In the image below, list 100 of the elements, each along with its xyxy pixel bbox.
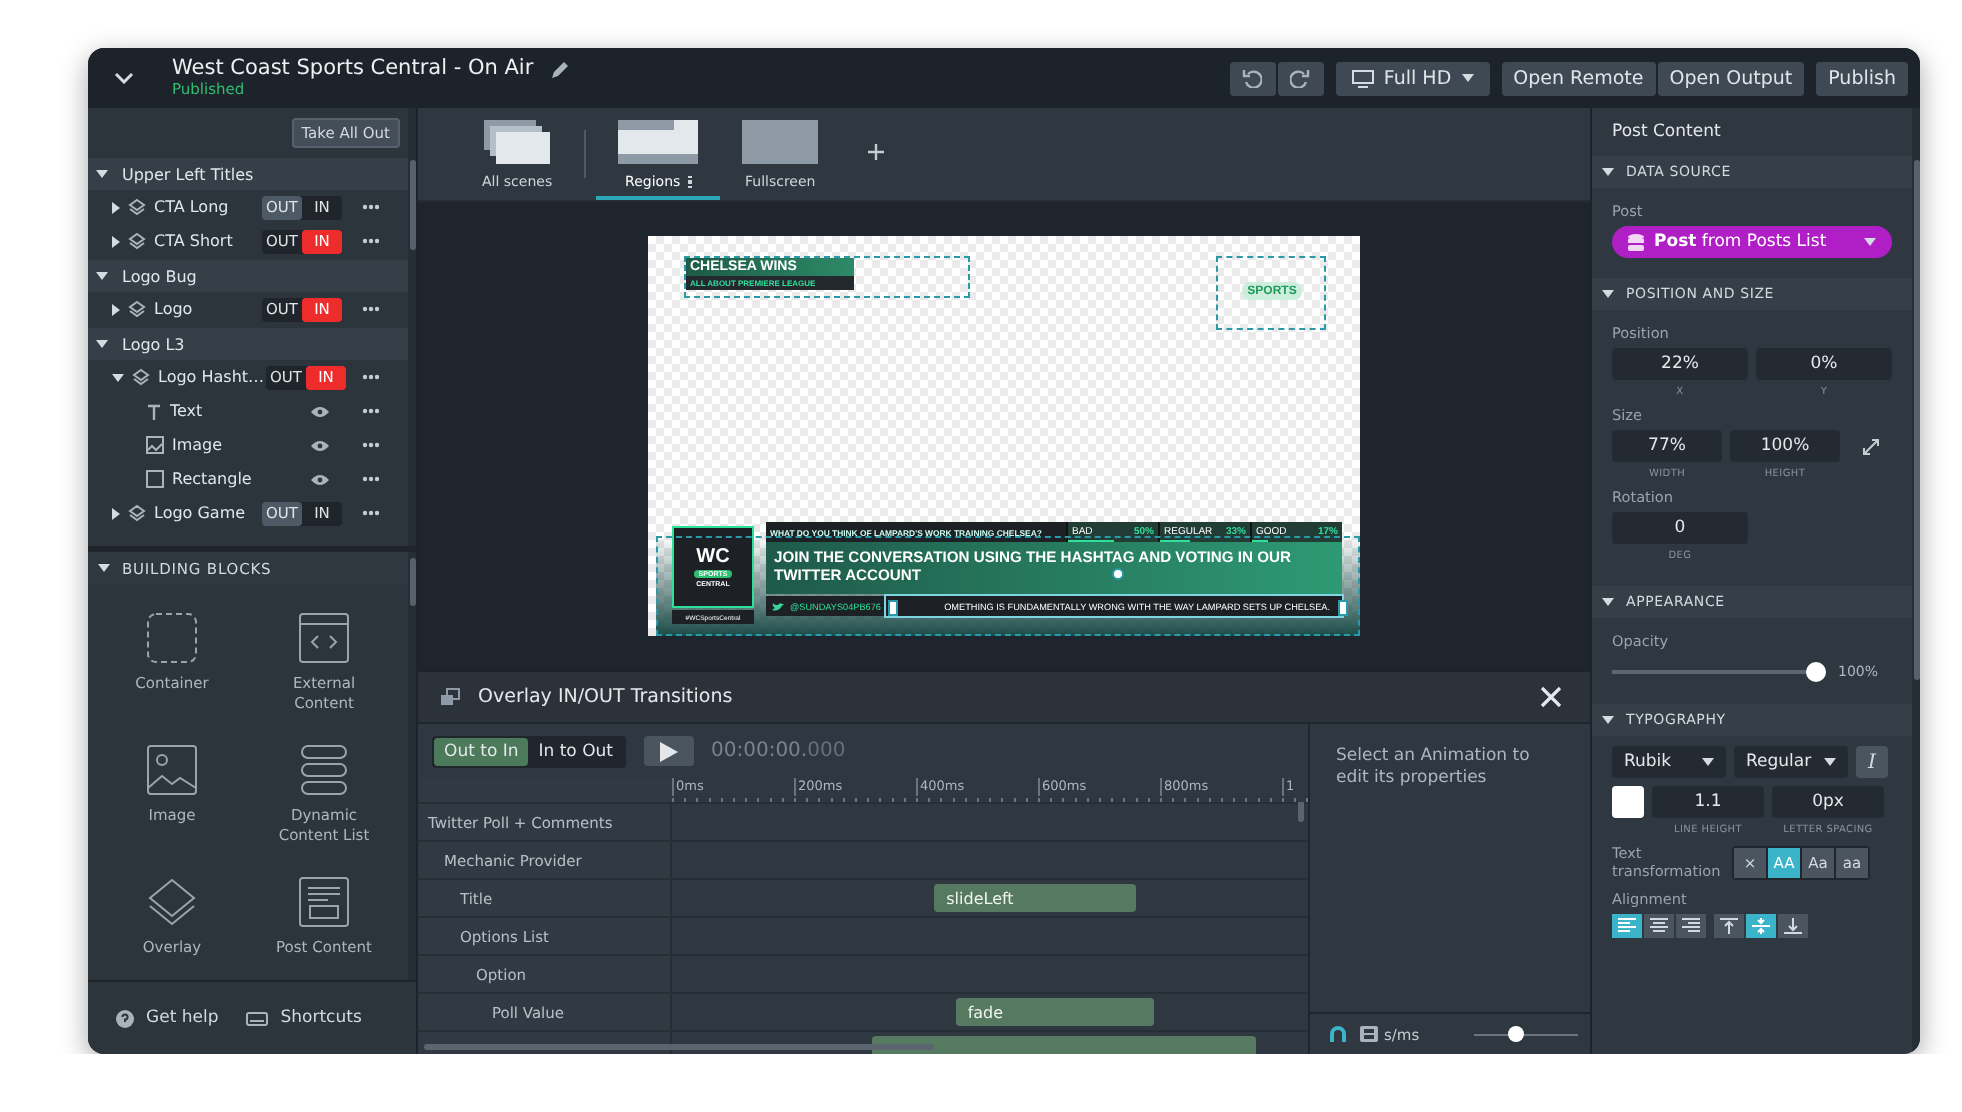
expand-icon[interactable] [1862,438,1880,456]
window-title: West Coast Sports Central - On Air [172,58,534,82]
mode-tab[interactable]: Out to In [434,737,529,765]
help-link[interactable]: Get help [146,1008,219,1028]
list-icon[interactable] [298,744,350,796]
layers-icon [440,688,460,706]
slider-thumb[interactable] [1508,1026,1525,1042]
more-icon[interactable] [362,408,380,414]
number-field[interactable]: 22% [1612,348,1748,380]
more-icon[interactable] [362,476,380,482]
scrollbar-thumb[interactable] [1914,160,1920,680]
publish-button[interactable]: Publish [1816,61,1908,95]
more-icon[interactable] [362,306,380,312]
scrollbar-thumb[interactable] [424,1044,934,1050]
alignment-button[interactable] [1644,913,1674,938]
layer-name[interactable]: Image [172,436,302,454]
font-dropdown[interactable]: Rubik [1612,746,1726,778]
monitor-icon [1351,69,1374,87]
alignment-button[interactable] [1714,913,1744,938]
close-icon[interactable] [1540,686,1562,708]
resize-handle[interactable] [888,600,898,616]
scrollbar-thumb[interactable] [410,160,416,250]
layer-name[interactable]: CTA Short [154,232,254,250]
layers-icon [132,368,150,386]
resolution-dropdown[interactable]: Full HD [1335,61,1490,95]
caret-right-icon[interactable] [112,201,120,213]
selection-box[interactable] [884,594,1344,618]
eye-icon[interactable] [310,439,330,451]
layer-name[interactable]: CTA Long [154,198,254,216]
layers-icon [128,198,146,216]
hint-text: Select an Animation to edit its properties [1334,744,1532,793]
film-icon[interactable] [1360,1026,1378,1042]
image-icon[interactable] [146,744,198,796]
caret-icon [1461,74,1474,82]
panel-title: Post Content [1610,120,1723,146]
slider-thumb[interactable] [1806,662,1826,682]
redo-button[interactable] [1277,61,1324,95]
undo-button[interactable] [1229,61,1276,95]
eye-icon[interactable] [310,473,330,485]
more-icon[interactable] [362,442,380,448]
layer-name[interactable]: Logo Hasht… [158,368,258,386]
animation-clip[interactable]: slideLeft [934,884,1136,912]
play-icon [659,741,677,761]
more-icon[interactable] [362,510,380,516]
mode-tab[interactable]: In to Out [528,737,623,765]
layer-name[interactable]: Text [170,402,302,420]
layer-group-row[interactable]: Logo L3 [88,326,408,360]
magnet-icon[interactable] [1330,1026,1346,1042]
caret-icon [1864,238,1876,246]
code-window-icon[interactable] [298,612,350,664]
number-field[interactable]: 77% [1612,430,1722,462]
image-icon [146,436,164,454]
layer-name[interactable]: Logo Game [154,504,254,522]
number-field[interactable]: 0px [1772,786,1884,818]
timecode: 00:00:00.000 [711,740,846,762]
layer-group-label: Logo Bug [122,267,197,285]
align-right-icon [1682,918,1700,933]
number-field[interactable]: 1.1 [1652,786,1764,818]
alignment-button[interactable] [1612,913,1642,938]
caret-right-icon[interactable] [112,235,120,247]
pencil-icon[interactable] [549,61,568,79]
dashed-square-icon[interactable] [146,612,198,664]
shortcuts-link[interactable]: Shortcuts [280,1008,362,1028]
number-field[interactable]: 100% [1730,430,1840,462]
caret-right-icon[interactable] [112,303,120,315]
layer-group-row[interactable]: Upper Left Titles [88,156,408,190]
weight-dropdown[interactable]: Regular [1734,746,1848,778]
caret-icon [1824,758,1836,766]
alignment-button[interactable] [1676,913,1706,938]
scrollbar-thumb[interactable] [410,558,416,606]
italic-button[interactable]: I [1856,746,1888,778]
play-button[interactable] [643,736,693,766]
toolbar-button[interactable]: Open Output [1657,61,1805,95]
layer-group-row[interactable]: Logo Bug [88,258,408,292]
eye-icon[interactable] [310,405,330,417]
add-icon[interactable] [868,144,885,160]
align-middle-icon [1752,917,1770,934]
post-source-dropdown[interactable]: Post from Posts List [1612,226,1892,258]
chevron-down-icon[interactable] [114,72,134,84]
more-icon[interactable] [362,238,380,244]
alignment-button[interactable] [1778,913,1808,938]
more-icon[interactable] [362,204,380,210]
layer-group-label: Upper Left Titles [122,165,254,183]
layers-icon[interactable] [146,876,198,928]
alignment-button[interactable] [1746,913,1776,938]
more-icon[interactable] [362,374,380,380]
color-swatch[interactable] [1612,786,1644,818]
resize-handle[interactable] [1338,600,1348,616]
animation-clip[interactable]: fade [955,998,1154,1026]
align-bottom-icon [1784,917,1802,934]
layer-name[interactable]: Logo [154,300,254,318]
caret-down-icon[interactable] [112,373,124,381]
toolbar-button[interactable]: Open Remote [1501,61,1656,95]
align-top-icon [1720,917,1738,934]
layer-name[interactable]: Rectangle [172,470,302,488]
number-field[interactable]: 0 [1612,512,1748,544]
number-field[interactable]: 0% [1756,348,1892,380]
caret-right-icon[interactable] [112,507,120,519]
regions-thumbnail [618,120,699,164]
document-icon[interactable] [298,876,350,928]
